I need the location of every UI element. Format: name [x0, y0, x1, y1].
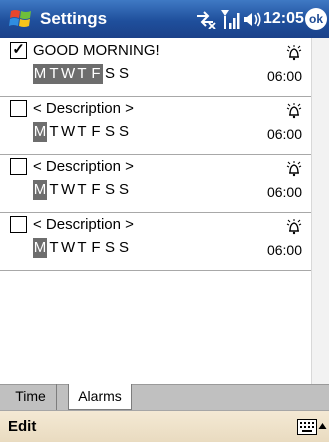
day-toggle[interactable]: F: [89, 122, 103, 142]
day-toggle[interactable]: S: [103, 238, 117, 258]
alarm-list: ✓ GOOD MORNING! M T W T F S S 06:00 < Description …: [0, 38, 311, 384]
keyboard-toggle-arrow-icon[interactable]: [318, 421, 327, 431]
day-toggle[interactable]: M: [33, 122, 47, 142]
day-toggle[interactable]: S: [117, 122, 131, 142]
alarm-item[interactable]: ✓ GOOD MORNING! M T W T F S S 06:00: [0, 39, 311, 97]
scrollbar[interactable]: [311, 38, 329, 384]
bell-icon[interactable]: [285, 160, 303, 178]
day-toggle[interactable]: W: [61, 122, 75, 142]
alarm-description[interactable]: < Description >: [33, 158, 134, 175]
day-toggle[interactable]: S: [103, 64, 117, 84]
day-toggle[interactable]: M: [33, 64, 47, 84]
edit-menu[interactable]: Edit: [8, 418, 36, 435]
alarm-time[interactable]: 06:00: [267, 68, 302, 84]
tab-strip: Time Alarms: [0, 384, 329, 410]
tab-time[interactable]: Time: [5, 384, 57, 410]
clock[interactable]: 12:05: [263, 10, 304, 28]
day-toggle[interactable]: F: [89, 64, 103, 84]
day-toggle[interactable]: W: [61, 64, 75, 84]
day-toggle[interactable]: T: [75, 64, 89, 84]
alarm-description[interactable]: < Description >: [33, 216, 134, 233]
title-bar: Settings 12:05 ok: [0, 0, 329, 38]
day-toggle[interactable]: T: [47, 238, 61, 258]
day-toggle[interactable]: M: [33, 180, 47, 200]
alarm-days: MTWTFSS: [33, 180, 131, 200]
day-toggle[interactable]: S: [103, 180, 117, 200]
day-toggle[interactable]: S: [117, 238, 131, 258]
alarm-time[interactable]: 06:00: [267, 184, 302, 200]
alarm-enabled-checkbox[interactable]: [10, 216, 27, 233]
day-toggle[interactable]: W: [61, 180, 75, 200]
day-toggle[interactable]: W: [61, 238, 75, 258]
day-toggle[interactable]: S: [117, 180, 131, 200]
day-toggle[interactable]: F: [89, 180, 103, 200]
day-toggle[interactable]: T: [47, 64, 61, 84]
day-toggle[interactable]: T: [47, 180, 61, 200]
windows-logo-icon[interactable]: [8, 7, 34, 31]
day-toggle[interactable]: M: [33, 238, 47, 258]
alarm-item[interactable]: < Description > M T W T F S S 06:00: [0, 97, 311, 155]
alarm-days: MTWTFSS: [33, 122, 131, 142]
day-toggle[interactable]: T: [47, 122, 61, 142]
alarm-time[interactable]: 06:00: [267, 126, 302, 142]
day-toggle[interactable]: T: [75, 180, 89, 200]
ok-button[interactable]: ok: [305, 8, 327, 30]
alarm-item[interactable]: < Description > M T W T F S S 06:00: [0, 155, 311, 213]
alarm-days: MTWTFSS: [33, 238, 131, 258]
keyboard-icon[interactable]: [297, 419, 317, 435]
alarm-days: MTWTFSS: [33, 64, 131, 84]
bell-icon[interactable]: [285, 102, 303, 120]
alarm-enabled-checkbox[interactable]: [10, 158, 27, 175]
day-toggle[interactable]: S: [117, 64, 131, 84]
speaker-icon[interactable]: [243, 11, 261, 28]
alarm-item[interactable]: < Description > M T W T F S S 06:00: [0, 213, 311, 271]
menu-bar: Edit: [0, 410, 329, 442]
day-toggle[interactable]: T: [75, 122, 89, 142]
tab-alarms[interactable]: Alarms: [68, 384, 132, 410]
alarm-enabled-checkbox[interactable]: [10, 100, 27, 117]
bell-icon[interactable]: [285, 218, 303, 236]
alarm-description[interactable]: GOOD MORNING!: [33, 42, 160, 59]
day-toggle[interactable]: F: [89, 238, 103, 258]
connectivity-icon[interactable]: [194, 9, 216, 29]
alarm-enabled-checkbox[interactable]: ✓: [10, 42, 27, 59]
window-title: Settings: [40, 9, 108, 28]
day-toggle[interactable]: T: [75, 238, 89, 258]
day-toggle[interactable]: S: [103, 122, 117, 142]
alarm-description[interactable]: < Description >: [33, 100, 134, 117]
signal-icon[interactable]: [220, 8, 240, 30]
bell-icon[interactable]: [285, 44, 303, 62]
alarm-time[interactable]: 06:00: [267, 242, 302, 258]
